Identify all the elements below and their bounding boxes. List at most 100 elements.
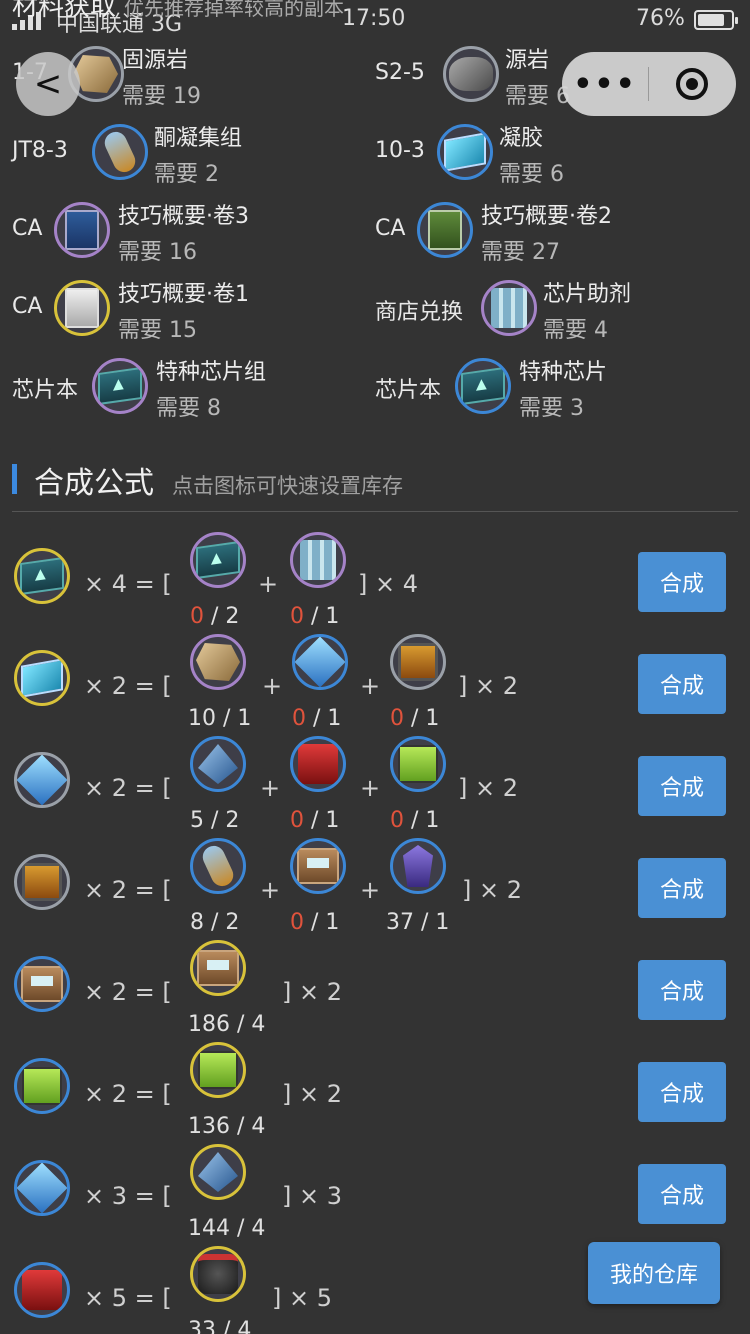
formula-tail: ] × 2 [282, 1080, 342, 1108]
item-need: 需要 16 [118, 240, 197, 265]
plus-sign: + [258, 570, 279, 598]
crystal-icon[interactable] [292, 634, 348, 690]
formula-multiplier: × 5 = [ [84, 1284, 172, 1312]
craft-button[interactable]: 合成 [638, 552, 726, 612]
req-item-5[interactable]: CA 技巧概要·卷3 需要 16 [12, 196, 372, 272]
req-item-4[interactable]: 10-3 凝胶 需要 6 [375, 118, 735, 194]
amber-box-icon[interactable] [14, 854, 70, 910]
formula-tail: ] × 3 [282, 1182, 342, 1210]
battery-icon [694, 10, 738, 30]
pyramid-crystal-icon[interactable] [190, 1144, 246, 1200]
item-name: 固源岩 [122, 48, 189, 73]
plus-sign: + [260, 774, 281, 802]
book-icon[interactable] [54, 202, 110, 258]
flask-icon[interactable] [190, 838, 246, 894]
formula-tail: ] × 4 [358, 570, 418, 598]
more-icon[interactable]: ••• [562, 67, 648, 102]
formula-multiplier: × 2 = [ [84, 1080, 172, 1108]
req-item-9[interactable]: 芯片本 特种芯片组 需要 8 [12, 352, 372, 428]
formula-multiplier: × 2 = [ [84, 672, 172, 700]
craft-button[interactable]: 合成 [638, 858, 726, 918]
req-item-7[interactable]: CA 技巧概要·卷1 需要 15 [12, 274, 372, 350]
ingredient-count: 10 / 1 [188, 706, 252, 731]
item-name: 技巧概要·卷3 [118, 204, 249, 229]
formula-multiplier: × 4 = [ [84, 570, 172, 598]
book-icon[interactable] [54, 280, 110, 336]
purple-crystal-icon[interactable] [390, 838, 446, 894]
my-warehouse-button[interactable]: 我的仓库 [588, 1242, 720, 1304]
stone-icon[interactable] [443, 46, 499, 102]
ingredient-count: 0 / 1 [290, 808, 340, 833]
ingredient-count: 0 / 1 [390, 706, 440, 731]
special-chip-set-icon[interactable] [14, 548, 70, 604]
formula-row-2: × 2 = [ 10 / 1 + 0 / 1 + 0 / 1 ] × 2 合成 [0, 634, 750, 748]
chevron-left-icon: < [33, 64, 63, 104]
crystal-icon[interactable] [14, 1160, 70, 1216]
formula-row-1: × 4 = [ 0 / 2 + 0 / 1 ] × 4 合成 [0, 532, 750, 646]
plus-sign: + [262, 672, 283, 700]
brown-box-icon[interactable] [14, 956, 70, 1012]
item-need: 需要 8 [156, 396, 221, 421]
craft-button[interactable]: 合成 [638, 1164, 726, 1224]
obtain-title: 材料获取 [12, 0, 117, 22]
close-program-icon[interactable] [649, 68, 735, 100]
lime-box-icon[interactable] [390, 736, 446, 792]
ingredient-count: 0 / 2 [190, 604, 240, 629]
item-need: 需要 3 [519, 396, 584, 421]
craft-button[interactable]: 合成 [638, 756, 726, 816]
brown-box-icon[interactable] [290, 838, 346, 894]
rock-icon[interactable] [190, 634, 246, 690]
red-device-icon[interactable] [14, 1262, 70, 1318]
formula-tail: ] × 2 [282, 978, 342, 1006]
device-pack-icon[interactable] [190, 940, 246, 996]
req-item-3[interactable]: JT8-3 酮凝集组 需要 2 [12, 118, 372, 194]
ingredient-count: 186 / 4 [188, 1012, 266, 1037]
flask-icon[interactable] [92, 124, 148, 180]
crystal-icon[interactable] [437, 124, 493, 180]
formula-row-4: × 2 = [ 8 / 2 + 0 / 1 + 37 / 1 ] × 2 合成 [0, 838, 750, 952]
item-name: 酮凝集组 [154, 126, 243, 151]
pyramid-crystal-icon[interactable] [190, 736, 246, 792]
red-device-icon[interactable] [290, 736, 346, 792]
craft-button[interactable]: 合成 [638, 960, 726, 1020]
plus-sign: + [360, 774, 381, 802]
ingredient-count: 5 / 2 [190, 808, 240, 833]
battery-percent: 76% [636, 6, 685, 31]
crystal-icon[interactable] [14, 752, 70, 808]
vials-icon[interactable] [290, 532, 346, 588]
clock: 17:50 [342, 6, 406, 31]
section-hint: 点击图标可快速设置库存 [172, 474, 403, 498]
dark-can-icon[interactable] [190, 1246, 246, 1302]
req-item-8[interactable]: 商店兑换 芯片助剂 需要 4 [375, 274, 735, 350]
vials-icon[interactable] [481, 280, 537, 336]
formula-multiplier: × 3 = [ [84, 1182, 172, 1210]
item-need: 需要 15 [118, 318, 197, 343]
req-item-10[interactable]: 芯片本 特种芯片 需要 3 [375, 352, 735, 428]
item-need: 需要 4 [543, 318, 608, 343]
item-name: 凝胶 [499, 126, 544, 151]
ingredient-count: 8 / 2 [190, 910, 240, 935]
ingredient-count: 37 / 1 [386, 910, 450, 935]
plus-sign: + [260, 876, 281, 904]
book-icon[interactable] [417, 202, 473, 258]
stage-label: CA [12, 216, 43, 241]
stage-label: 商店兑换 [375, 300, 464, 325]
back-button[interactable]: < [16, 52, 80, 116]
chip-icon[interactable] [455, 358, 511, 414]
obtain-subtitle: 优先推荐掉率较高的副本 [124, 0, 345, 20]
formula-tail: ] × 2 [462, 876, 522, 904]
item-need: 需要 19 [122, 84, 201, 109]
chip-icon[interactable] [190, 532, 246, 588]
formula-tail: ] × 2 [458, 672, 518, 700]
req-item-6[interactable]: CA 技巧概要·卷2 需要 27 [375, 196, 735, 272]
gel-icon[interactable] [14, 650, 70, 706]
amber-box-icon[interactable] [390, 634, 446, 690]
item-need: 需要 27 [481, 240, 560, 265]
item-name: 特种芯片 [519, 360, 608, 385]
chip-icon[interactable] [92, 358, 148, 414]
lime-pack-icon[interactable] [190, 1042, 246, 1098]
lime-box-icon[interactable] [14, 1058, 70, 1114]
craft-button[interactable]: 合成 [638, 654, 726, 714]
craft-button[interactable]: 合成 [638, 1062, 726, 1122]
stage-label: 10-3 [375, 138, 425, 163]
